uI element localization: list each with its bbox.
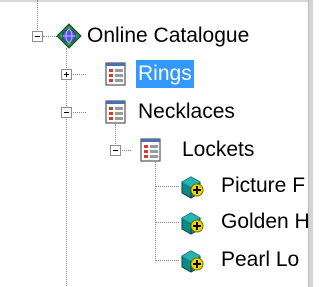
product-box-icon — [181, 250, 204, 273]
catalogue-globe-icon — [56, 23, 82, 49]
collapse-toggle-catalog[interactable] — [32, 31, 43, 42]
tree-item-product[interactable]: Golden H — [219, 208, 312, 236]
tree-item-lockets[interactable]: Lockets — [180, 136, 256, 164]
tree-item-product[interactable]: Pearl Lo — [219, 246, 301, 274]
top-border — [0, 0, 313, 2]
category-form-icon — [105, 62, 126, 86]
tree-item-product[interactable]: Picture F — [219, 172, 307, 200]
tree-connector — [155, 222, 179, 223]
collapse-toggle-lockets[interactable] — [110, 145, 121, 156]
category-form-icon — [140, 138, 161, 162]
tree-connector — [155, 162, 156, 261]
tree-connector — [155, 186, 179, 187]
tree-connector — [66, 48, 67, 287]
tree-view: Online Catalogue Rings Necklaces Lockets… — [0, 0, 313, 287]
expand-toggle-rings[interactable] — [61, 69, 72, 80]
tree-item-online-catalogue[interactable]: Online Catalogue — [85, 22, 251, 50]
product-box-icon — [181, 176, 204, 199]
collapse-toggle-necklaces[interactable] — [61, 107, 72, 118]
tree-connector — [155, 260, 179, 261]
tree-item-rings[interactable]: Rings — [136, 60, 194, 88]
right-border — [308, 0, 313, 287]
product-box-icon — [181, 212, 204, 235]
category-form-icon — [105, 100, 126, 124]
tree-item-necklaces[interactable]: Necklaces — [136, 98, 237, 126]
